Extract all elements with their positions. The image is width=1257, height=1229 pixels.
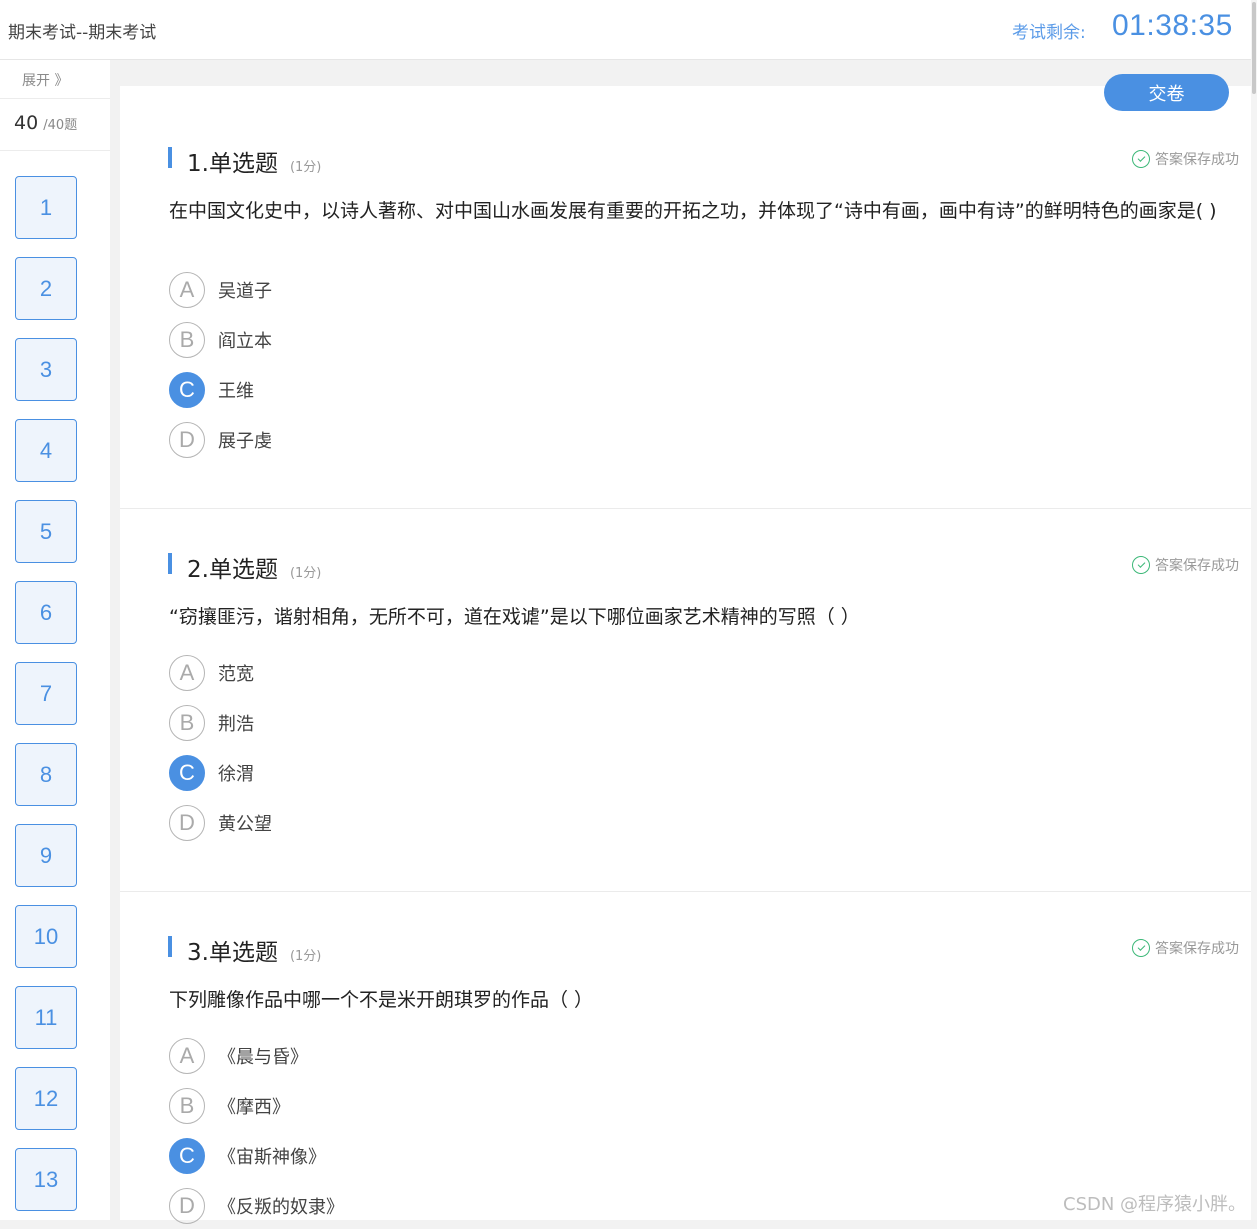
check-circle-icon (1132, 556, 1150, 574)
expand-toggle[interactable]: 展开 》 (22, 70, 68, 90)
title-accent-bar (168, 147, 172, 168)
save-status-text: 答案保存成功 (1155, 152, 1239, 168)
answered-progress: 40 /40题 (14, 112, 77, 134)
submit-exam-button[interactable]: 交卷 (1104, 74, 1229, 111)
option-a[interactable]: A 范宽 (169, 655, 254, 691)
top-bar: 期末考试--期末考试 考试剩余: 01:38:35 (0, 0, 1257, 60)
divider (120, 508, 1251, 509)
option-a[interactable]: A 《晨与昏》 (169, 1038, 308, 1074)
option-text: 王维 (218, 381, 254, 402)
question-type: 1.单选题 (187, 151, 278, 177)
save-status-text: 答案保存成功 (1155, 558, 1239, 574)
option-letter: D (169, 805, 205, 841)
question-nav-button[interactable]: 10 (15, 905, 77, 968)
option-text: 范宽 (218, 664, 254, 685)
question-score: (1分) (289, 949, 322, 964)
question-nav-button[interactable]: 9 (15, 824, 77, 887)
option-text: 《摩西》 (218, 1097, 290, 1118)
question-nav-button[interactable]: 5 (15, 500, 77, 563)
option-c[interactable]: C 王维 (169, 372, 254, 408)
divider (0, 150, 110, 151)
option-text: 荆浩 (218, 714, 254, 735)
question-nav-button[interactable]: 1 (15, 176, 77, 239)
option-text: 展子虔 (218, 431, 272, 452)
title-accent-bar (168, 936, 172, 957)
question-stem: “窃攘匪污，谐射相角，无所不可，道在戏谑”是以下哪位画家艺术精神的写照（ ） (169, 606, 860, 628)
question-sidebar: 展开 》 40 /40题 1 2 3 4 5 6 7 8 9 10 11 12 … (0, 60, 110, 1220)
option-letter: A (169, 1038, 205, 1074)
countdown-timer: 01:38:35 (1112, 9, 1233, 42)
option-d[interactable]: D 黄公望 (169, 805, 272, 841)
option-c[interactable]: C 徐渭 (169, 755, 254, 791)
check-circle-icon (1132, 939, 1150, 957)
option-letter: A (169, 272, 205, 308)
save-status: 答案保存成功 (1132, 149, 1239, 169)
question-header: 1.单选题 (1分) (168, 144, 322, 178)
scrollbar-thumb[interactable] (1252, 2, 1256, 94)
option-letter: C (169, 755, 205, 791)
save-status: 答案保存成功 (1132, 938, 1239, 958)
total-count: /40题 (43, 118, 78, 133)
option-text: 阎立本 (218, 331, 272, 352)
question-header: 3.单选题 (1分) (168, 933, 322, 967)
save-status-text: 答案保存成功 (1155, 941, 1239, 957)
question-score: (1分) (289, 566, 322, 581)
option-letter: C (169, 1138, 205, 1174)
check-circle-icon (1132, 150, 1150, 168)
option-a[interactable]: A 吴道子 (169, 272, 272, 308)
option-text: 吴道子 (218, 281, 272, 302)
question-nav-button[interactable]: 7 (15, 662, 77, 725)
option-letter: D (169, 422, 205, 458)
option-text: 黄公望 (218, 814, 272, 835)
option-b[interactable]: B 荆浩 (169, 705, 254, 741)
option-c[interactable]: C 《宙斯神像》 (169, 1138, 326, 1174)
option-text: 《反叛的奴隶》 (218, 1197, 344, 1218)
question-nav-button[interactable]: 3 (15, 338, 77, 401)
title-accent-bar (168, 553, 172, 574)
watermark: CSDN @程序猿小胖。 (1063, 1194, 1247, 1215)
option-letter: B (169, 705, 205, 741)
option-letter: B (169, 1088, 205, 1124)
option-d[interactable]: D 展子虔 (169, 422, 272, 458)
divider (0, 98, 110, 99)
option-letter: B (169, 322, 205, 358)
page-scrollbar[interactable] (1251, 0, 1257, 1220)
option-letter: D (169, 1188, 205, 1224)
question-nav: 1 2 3 4 5 6 7 8 9 10 11 12 13 (15, 176, 77, 1229)
question-nav-button[interactable]: 6 (15, 581, 77, 644)
question-score: (1分) (289, 160, 322, 175)
question-type: 3.单选题 (187, 940, 278, 966)
option-letter: A (169, 655, 205, 691)
option-letter: C (169, 372, 205, 408)
option-text: 《宙斯神像》 (218, 1147, 326, 1168)
question-stem: 下列雕像作品中哪一个不是米开朗琪罗的作品（ ） (169, 989, 594, 1011)
question-nav-button[interactable]: 12 (15, 1067, 77, 1130)
question-nav-button[interactable]: 13 (15, 1148, 77, 1211)
divider (120, 891, 1251, 892)
question-nav-button[interactable]: 2 (15, 257, 77, 320)
option-text: 《晨与昏》 (218, 1047, 308, 1068)
answered-count: 40 (14, 112, 39, 134)
question-nav-button[interactable]: 8 (15, 743, 77, 806)
exam-title: 期末考试--期末考试 (8, 23, 157, 43)
option-d[interactable]: D 《反叛的奴隶》 (169, 1188, 344, 1224)
option-b[interactable]: B 《摩西》 (169, 1088, 290, 1124)
save-status: 答案保存成功 (1132, 555, 1239, 575)
option-b[interactable]: B 阎立本 (169, 322, 272, 358)
option-text: 徐渭 (218, 764, 254, 785)
timer-label: 考试剩余: (1012, 23, 1086, 43)
question-nav-button[interactable]: 4 (15, 419, 77, 482)
question-stem: 在中国文化史中，以诗人著称、对中国山水画发展有重要的开拓之功，并体现了“诗中有画… (169, 200, 1217, 222)
question-type: 2.单选题 (187, 557, 278, 583)
question-header: 2.单选题 (1分) (168, 550, 322, 584)
question-nav-button[interactable]: 11 (15, 986, 77, 1049)
